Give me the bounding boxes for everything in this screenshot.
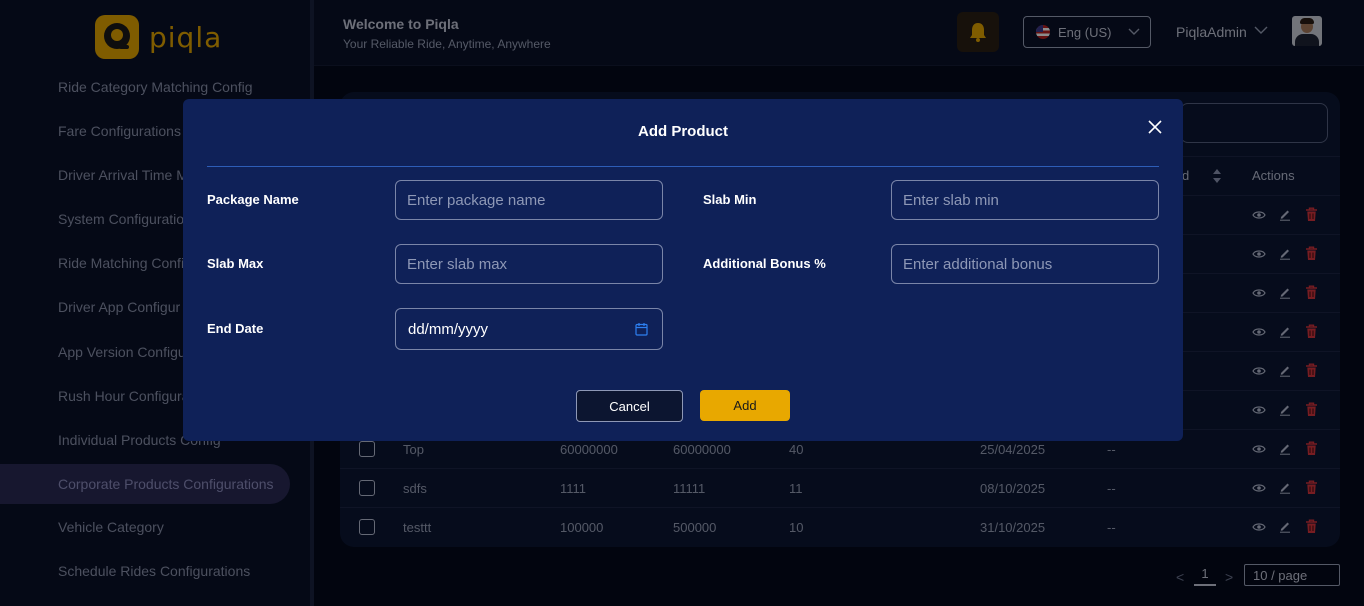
add-product-modal: Add Product Package Name Slab Min Slab M… bbox=[183, 99, 1183, 441]
modal-divider bbox=[207, 166, 1159, 167]
close-icon[interactable] bbox=[1145, 117, 1165, 137]
modal-title: Add Product bbox=[638, 123, 728, 140]
slab-min-input[interactable] bbox=[891, 180, 1159, 220]
end-date-input[interactable]: dd/mm/yyyy bbox=[395, 308, 663, 350]
slab-min-label: Slab Min bbox=[703, 192, 757, 207]
cancel-button[interactable]: Cancel bbox=[576, 390, 683, 422]
end-date-value: dd/mm/yyyy bbox=[408, 320, 489, 338]
slab-max-label: Slab Max bbox=[207, 256, 264, 271]
calendar-icon[interactable] bbox=[635, 322, 648, 336]
additional-bonus-input[interactable] bbox=[891, 244, 1159, 284]
slab-max-input[interactable] bbox=[395, 244, 663, 284]
end-date-label: End Date bbox=[207, 321, 264, 336]
add-button[interactable]: Add bbox=[700, 390, 790, 421]
package-name-input[interactable] bbox=[395, 180, 663, 220]
package-name-label: Package Name bbox=[207, 192, 299, 207]
additional-bonus-label: Additional Bonus % bbox=[703, 256, 826, 271]
